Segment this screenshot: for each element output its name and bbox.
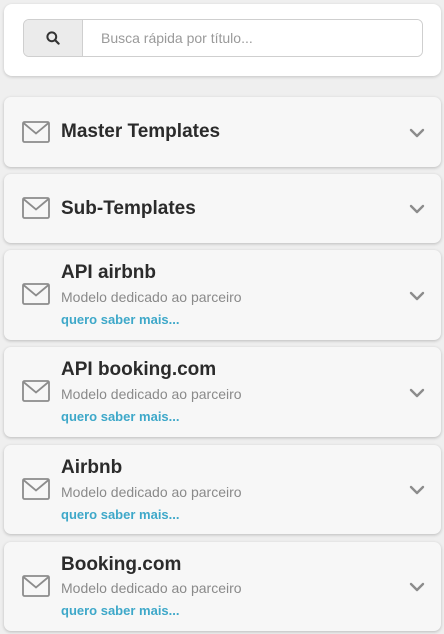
section-subtitle: Modelo dedicado ao parceiro: [61, 386, 242, 402]
search-button[interactable]: [24, 20, 83, 56]
section-api-booking[interactable]: API booking.com Modelo dedicado ao parce…: [4, 347, 441, 437]
section-sub-templates[interactable]: Sub-Templates: [4, 174, 441, 243]
learn-more-link[interactable]: quero saber mais...: [61, 507, 180, 522]
chevron-down-icon[interactable]: [409, 291, 425, 301]
envelope-icon: [22, 197, 50, 219]
section-title: Airbnb: [61, 457, 123, 478]
chevron-down-icon[interactable]: [409, 485, 425, 495]
search-icon: [46, 31, 60, 45]
section-booking[interactable]: Booking.com Modelo dedicado ao parceiro …: [4, 542, 441, 631]
chevron-down-icon[interactable]: [409, 388, 425, 398]
section-title: Sub-Templates: [61, 198, 196, 219]
section-airbnb[interactable]: Airbnb Modelo dedicado ao parceiro quero…: [4, 445, 441, 534]
envelope-icon: [22, 283, 50, 305]
learn-more-link[interactable]: quero saber mais...: [61, 312, 180, 327]
section-title: Master Templates: [61, 121, 221, 142]
learn-more-link[interactable]: quero saber mais...: [61, 603, 180, 618]
section-title: API booking.com: [61, 359, 217, 380]
section-subtitle: Modelo dedicado ao parceiro: [61, 289, 242, 305]
chevron-down-icon[interactable]: [409, 204, 425, 214]
section-title: API airbnb: [61, 262, 157, 283]
chevron-down-icon[interactable]: [409, 128, 425, 138]
search-input[interactable]: [83, 20, 422, 56]
learn-more-link[interactable]: quero saber mais...: [61, 409, 180, 424]
chevron-down-icon[interactable]: [409, 582, 425, 592]
envelope-icon: [22, 575, 50, 597]
section-api-airbnb[interactable]: API airbnb Modelo dedicado ao parceiro q…: [4, 250, 441, 340]
envelope-icon: [22, 121, 50, 143]
section-title: Booking.com: [61, 554, 182, 575]
section-subtitle: Modelo dedicado ao parceiro: [61, 484, 242, 500]
envelope-icon: [22, 478, 50, 500]
section-master-templates[interactable]: Master Templates: [4, 97, 441, 167]
search-panel: [4, 4, 441, 76]
section-subtitle: Modelo dedicado ao parceiro: [61, 580, 242, 596]
search-group: [23, 19, 423, 57]
envelope-icon: [22, 380, 50, 402]
